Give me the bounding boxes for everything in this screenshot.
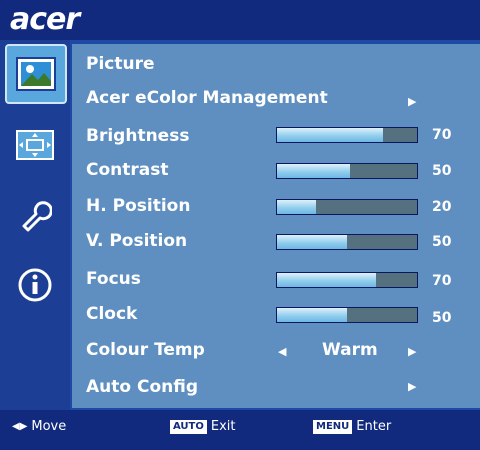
move-hint: ◀▶ Move: [12, 419, 66, 434]
chevron-left-icon[interactable]: ◀: [278, 345, 286, 358]
menu-item-auto-config[interactable]: Auto Config: [86, 373, 198, 401]
h-position-slider[interactable]: [276, 199, 418, 215]
auto-key: AUTO: [170, 419, 207, 434]
enter-hint: MENU Enter: [313, 419, 391, 434]
move-label: Move: [31, 419, 67, 434]
h-position-fill: [277, 200, 317, 214]
clock-value: 50: [432, 310, 452, 326]
brightness-fill: [277, 128, 384, 142]
sidebar-item-settings[interactable]: [6, 186, 64, 244]
v-position-slider[interactable]: [276, 234, 418, 250]
sidebar-item-info[interactable]: [6, 256, 64, 314]
contrast-value: 50: [432, 163, 452, 179]
sidebar-item-picture[interactable]: [5, 44, 67, 104]
colour-temp-value: Warm: [322, 340, 378, 360]
menu-item-h-position[interactable]: H. Position: [86, 192, 190, 220]
brightness-slider[interactable]: [276, 127, 418, 143]
brightness-value: 70: [432, 127, 452, 143]
info-icon: [18, 268, 52, 302]
menu-item-clock[interactable]: Clock: [86, 300, 137, 328]
focus-fill: [277, 273, 377, 287]
contrast-slider[interactable]: [276, 163, 418, 179]
chevron-right-icon: ▶: [408, 95, 417, 108]
focus-value: 70: [432, 273, 452, 289]
contrast-fill: [277, 164, 350, 178]
exit-hint: AUTO Exit: [170, 419, 236, 434]
sidebar-item-position[interactable]: [6, 116, 64, 174]
settings-wrench-icon: [22, 201, 52, 232]
clock-fill: [277, 308, 347, 322]
menu-item-v-position[interactable]: V. Position: [86, 227, 187, 255]
section-title: Picture: [86, 54, 155, 74]
h-position-value: 20: [432, 199, 452, 215]
picture-icon: [16, 57, 56, 91]
acer-logo: acer: [10, 2, 80, 37]
chevron-right-icon: ▶: [408, 380, 417, 393]
exit-label: Exit: [210, 419, 236, 434]
chevron-right-icon[interactable]: ▶: [408, 345, 416, 358]
position-icon: [16, 130, 54, 160]
left-right-arrows-icon: ◀▶: [12, 421, 28, 432]
menu-item-focus[interactable]: Focus: [86, 265, 141, 293]
menu-item-contrast[interactable]: Contrast: [86, 156, 169, 184]
v-position-fill: [277, 235, 347, 249]
menu-item-ecolor[interactable]: Acer eColor Management: [86, 84, 328, 112]
menu-item-brightness[interactable]: Brightness: [86, 122, 189, 150]
focus-slider[interactable]: [276, 272, 418, 288]
sidebar: [0, 40, 70, 410]
clock-slider[interactable]: [276, 307, 418, 323]
footer-hints: ◀▶ Move AUTO Exit MENU Enter: [0, 412, 480, 450]
v-position-value: 50: [432, 234, 452, 250]
menu-key: MENU: [313, 419, 353, 434]
menu-item-colour-temp[interactable]: Colour Temp: [86, 336, 205, 364]
enter-label: Enter: [356, 419, 392, 434]
